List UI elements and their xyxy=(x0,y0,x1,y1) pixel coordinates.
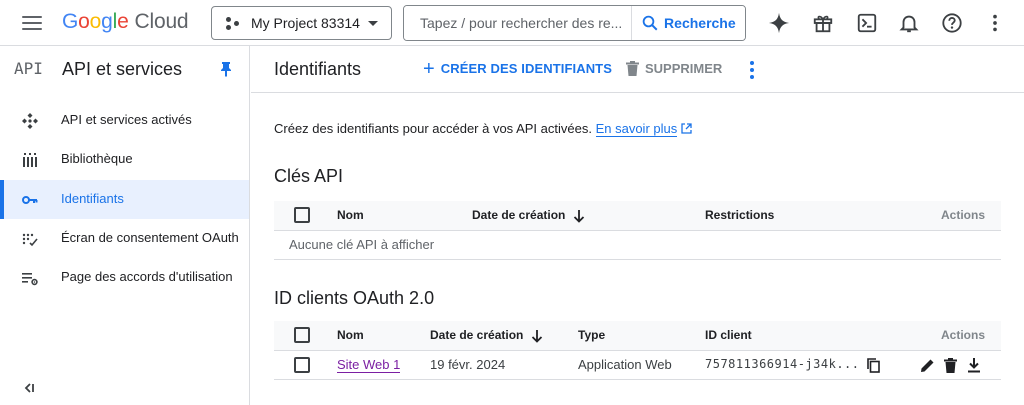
gemini-sparkle-icon[interactable] xyxy=(767,11,791,35)
sort-down-icon xyxy=(532,329,543,343)
column-restrictions[interactable]: Restrictions xyxy=(705,201,865,231)
sidebar: API API et services API et services acti… xyxy=(0,46,250,405)
menu-icon[interactable] xyxy=(22,13,42,33)
column-actions: Actions xyxy=(895,321,1001,351)
column-type[interactable]: Type xyxy=(578,321,705,351)
search-button[interactable]: Recherche xyxy=(630,6,745,40)
page-title: Identifiants xyxy=(274,59,362,79)
api-badge: API xyxy=(14,59,43,78)
search-bar: Recherche xyxy=(403,5,746,41)
column-created[interactable]: Date de création xyxy=(472,201,705,231)
sidebar-item-label: Page des accords d'utilisation xyxy=(61,269,233,284)
select-all-checkbox[interactable] xyxy=(294,327,310,344)
delete-label: SUPPRIMER xyxy=(645,61,723,76)
page-header: Identifiants + CRÉER DES IDENTIFIANTS SU… xyxy=(251,46,1024,93)
project-label: My Project 83314 xyxy=(251,15,360,31)
sidebar-item-enabled-apis[interactable]: API et services activés xyxy=(0,101,249,140)
intro-sentence: Créez des identifiants pour accéder à vo… xyxy=(274,121,592,136)
google-cloud-logo[interactable]: Google Cloud xyxy=(62,10,189,34)
api-keys-table: Nom Date de création Restrictions Action… xyxy=(274,201,1001,260)
download-icon[interactable] xyxy=(967,357,981,373)
trash-icon xyxy=(626,61,639,76)
library-icon xyxy=(23,153,37,167)
row-actions xyxy=(895,350,1001,380)
client-name-link[interactable]: Site Web 1 xyxy=(337,357,401,373)
learn-more-label: En savoir plus xyxy=(595,121,678,136)
client-id-cell: 757811366914-j34k... xyxy=(705,350,895,380)
api-keys-title: Clés API xyxy=(274,166,344,186)
empty-text: Aucune clé API à afficher xyxy=(274,230,1001,260)
search-input[interactable] xyxy=(404,6,631,40)
more-vert-icon[interactable] xyxy=(983,11,1007,35)
sidebar-header: API API et services xyxy=(0,46,249,93)
pin-icon[interactable] xyxy=(219,61,233,82)
column-name[interactable]: Nom xyxy=(337,201,472,231)
sidebar-item-oauth-consent[interactable]: Écran de consentement OAuth xyxy=(0,219,249,258)
agreements-icon xyxy=(22,273,38,286)
row-checkbox[interactable] xyxy=(294,356,310,373)
select-all-checkbox[interactable] xyxy=(294,207,310,224)
more-actions-icon[interactable] xyxy=(749,60,755,85)
edit-icon[interactable] xyxy=(920,358,935,373)
sort-down-icon xyxy=(574,209,585,223)
sidebar-item-library[interactable]: Bibliothèque xyxy=(0,140,249,179)
delete-button[interactable]: SUPPRIMER xyxy=(626,61,722,76)
oauth-title: ID clients OAuth 2.0 xyxy=(274,288,435,308)
column-client-id[interactable]: ID client xyxy=(705,321,895,351)
external-link-icon xyxy=(681,123,692,134)
project-dots-icon xyxy=(225,15,241,31)
table-row: Site Web 1 19 févr. 2024 Application Web… xyxy=(274,350,1001,380)
column-created-label: Date de création xyxy=(472,207,566,222)
copy-icon[interactable] xyxy=(867,357,880,373)
client-id: 757811366914-j34k... xyxy=(705,357,860,372)
plus-icon: + xyxy=(423,57,435,80)
search-button-label: Recherche xyxy=(664,15,736,31)
logo-cloud: Cloud xyxy=(134,10,189,33)
top-bar: GoogleCloud My Project 83314 Recherche xyxy=(0,0,1024,46)
cloud-shell-icon[interactable] xyxy=(855,11,879,35)
delete-icon[interactable] xyxy=(944,357,958,373)
table-header-row: Nom Date de création Restrictions Action… xyxy=(274,201,1001,231)
create-credentials-button[interactable]: + CRÉER DES IDENTIFIANTS xyxy=(423,57,612,80)
sidebar-item-label: Écran de consentement OAuth xyxy=(61,230,239,245)
oauth-consent-icon xyxy=(22,233,38,247)
sidebar-item-credentials[interactable]: Identifiants xyxy=(0,180,249,219)
empty-row: Aucune clé API à afficher xyxy=(274,230,1001,260)
sidebar-item-label: Bibliothèque xyxy=(61,151,133,166)
collapse-sidebar-icon xyxy=(24,383,34,393)
create-credentials-label: CRÉER DES IDENTIFIANTS xyxy=(440,61,612,76)
sidebar-title: API et services xyxy=(62,59,183,79)
column-name[interactable]: Nom xyxy=(337,321,430,351)
key-icon xyxy=(22,196,38,204)
created-date: 19 févr. 2024 xyxy=(430,350,578,380)
column-created[interactable]: Date de création xyxy=(430,321,578,351)
column-actions: Actions xyxy=(865,201,1001,231)
collapse-sidebar-button[interactable] xyxy=(22,381,36,398)
enabled-apis-icon xyxy=(22,113,38,129)
search-icon xyxy=(642,15,658,31)
help-icon[interactable] xyxy=(940,11,964,35)
sidebar-item-label: API et services activés xyxy=(61,112,192,127)
client-type: Application Web xyxy=(578,350,705,380)
intro-text: Créez des identifiants pour accéder à vo… xyxy=(274,121,692,137)
chevron-down-icon xyxy=(368,20,378,26)
sidebar-item-agreements[interactable]: Page des accords d'utilisation xyxy=(0,258,249,297)
sidebar-item-label: Identifiants xyxy=(61,191,124,206)
learn-more-link[interactable]: En savoir plus xyxy=(595,121,678,137)
gift-icon[interactable] xyxy=(811,11,835,35)
logo-google: Google xyxy=(62,10,129,33)
table-header-row: Nom Date de création Type ID client Acti… xyxy=(274,321,1001,351)
project-picker-button[interactable]: My Project 83314 xyxy=(211,6,392,40)
bell-icon[interactable] xyxy=(897,11,921,35)
column-created-label: Date de création xyxy=(430,327,524,342)
oauth-table: Nom Date de création Type ID client Acti… xyxy=(274,321,1001,380)
